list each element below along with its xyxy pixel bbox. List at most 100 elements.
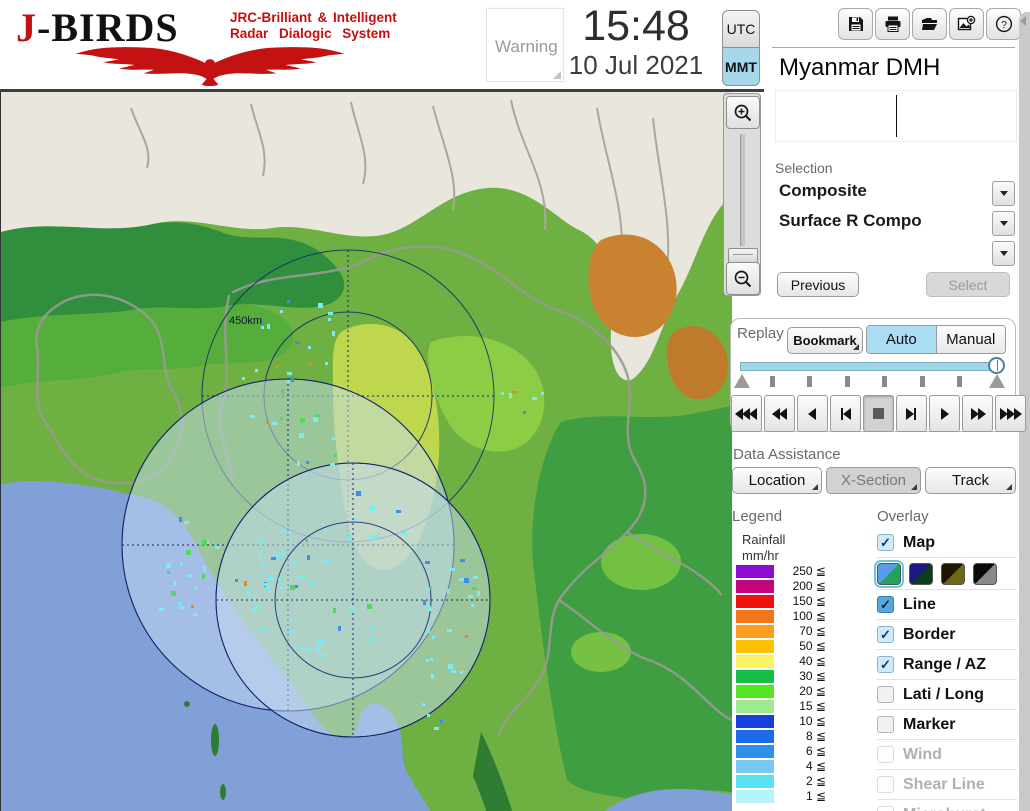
- legend-value-label: 50 ≦: [799, 639, 826, 653]
- legend-label: Legend: [732, 508, 783, 525]
- overlay-item-border[interactable]: ✓ Border: [877, 620, 1017, 650]
- dropdown-product-value: Surface R Compo: [779, 211, 922, 230]
- legend-color-swatch: [736, 745, 774, 758]
- radar-map[interactable]: 450km: [0, 92, 734, 811]
- auto-mode-button[interactable]: Auto: [867, 326, 937, 353]
- timeline-tick: [919, 376, 925, 387]
- playback-controls: [731, 395, 1026, 432]
- triangle-glyph: [749, 407, 757, 420]
- manual-mode-button[interactable]: Manual: [936, 326, 1005, 353]
- collapse-arrow-icon[interactable]: [1020, 16, 1026, 26]
- save-button[interactable]: [838, 8, 873, 40]
- dropdown-category-value: Composite: [779, 181, 867, 200]
- timeline-slider-handle[interactable]: [988, 357, 1005, 374]
- range-ring-label: 450km: [229, 315, 262, 327]
- checkbox[interactable]: ✓: [877, 656, 894, 673]
- legend-row: 1 ≦: [736, 789, 828, 804]
- forward-fast-button[interactable]: [995, 395, 1026, 432]
- legend-color-swatch: [736, 760, 774, 773]
- overlay-item-marker[interactable]: Marker: [877, 710, 1017, 740]
- overlay-item-map[interactable]: ✓ Map: [877, 528, 1017, 558]
- checkbox[interactable]: [877, 686, 894, 703]
- checkbox[interactable]: [877, 746, 894, 763]
- legend-row: 15 ≦: [736, 699, 828, 714]
- legend-value-label: 200 ≦: [792, 579, 826, 593]
- map-style-picker: [874, 558, 1017, 590]
- legend-value-label: 30 ≦: [799, 669, 826, 683]
- timezone-toggle: UTC MMT: [722, 10, 760, 86]
- legend-color-swatch: [736, 655, 774, 668]
- checkbox[interactable]: ✓: [877, 626, 894, 643]
- overlay-item-shear-line[interactable]: Shear Line: [877, 770, 1017, 800]
- station-info-box[interactable]: [775, 90, 1017, 142]
- stop-button[interactable]: [863, 395, 894, 432]
- zoom-in-button[interactable]: [726, 96, 760, 129]
- checkbox[interactable]: ✓: [877, 534, 894, 551]
- legend-row: 250 ≦: [736, 564, 828, 579]
- stop-glyph: [873, 408, 884, 419]
- overlay-item-label: Lati / Long: [903, 685, 984, 703]
- zoom-out-icon: [734, 270, 752, 287]
- step-backward-button[interactable]: [830, 395, 861, 432]
- legend-color-swatch: [736, 730, 774, 743]
- overlay-options: ✓ Map ✓ Line ✓ Border ✓ Range / AZ Lati / Long Ma…: [874, 528, 1017, 811]
- legend-color-swatch: [736, 715, 774, 728]
- rewind-fast-button[interactable]: [731, 395, 762, 432]
- legend-value-label: 10 ≦: [799, 714, 826, 728]
- map-zoom-widget: [723, 93, 761, 296]
- select-button[interactable]: Select: [926, 272, 1010, 297]
- x-section-button[interactable]: X-Section: [826, 467, 921, 494]
- mmt-button[interactable]: MMT: [722, 48, 760, 86]
- legend-color-swatch: [736, 580, 774, 593]
- add-image-button[interactable]: [949, 8, 984, 40]
- map-style-black-gray[interactable]: [973, 562, 997, 585]
- jbirds-app-window: J-BIRDS JRC-Brilliant & Intelligent Rada…: [0, 0, 1030, 811]
- map-style-blue-green[interactable]: [874, 559, 904, 588]
- text-caret: [896, 95, 897, 137]
- dropdown-arrow-button[interactable]: [992, 211, 1015, 236]
- track-button[interactable]: Track: [925, 467, 1016, 494]
- zoom-slider-track[interactable]: [740, 134, 745, 246]
- overlay-item-range-az[interactable]: ✓ Range / AZ: [877, 650, 1017, 680]
- play-button[interactable]: [929, 395, 960, 432]
- dropdown-option[interactable]: [775, 240, 1015, 266]
- step-forward-button[interactable]: [896, 395, 927, 432]
- help-button[interactable]: ?: [986, 8, 1021, 40]
- replay-mode-toggle: Auto Manual: [866, 325, 1006, 354]
- overlay-item-wind[interactable]: Wind: [877, 740, 1017, 770]
- bookmark-button[interactable]: Bookmark: [787, 327, 863, 354]
- help-icon: ?: [995, 15, 1012, 33]
- zoom-slider-thumb[interactable]: [728, 248, 758, 263]
- print-button[interactable]: [875, 8, 910, 40]
- checkbox[interactable]: [877, 776, 894, 793]
- dropdown-category[interactable]: Composite: [775, 180, 1015, 206]
- dropdown-product[interactable]: Surface R Compo: [775, 210, 1015, 236]
- overlay-item-line[interactable]: ✓ Line: [877, 590, 1017, 620]
- dropdown-arrow-button[interactable]: [992, 241, 1015, 266]
- checkbox[interactable]: [877, 716, 894, 733]
- data-assistance-label: Data Assistance: [733, 446, 841, 463]
- timeline-tick: [844, 376, 850, 387]
- map-style-dark-olive[interactable]: [941, 562, 965, 585]
- rewind-button[interactable]: [764, 395, 795, 432]
- play-reverse-button[interactable]: [797, 395, 828, 432]
- open-folder-button[interactable]: [912, 8, 947, 40]
- timeline-slider-track[interactable]: [740, 362, 997, 371]
- overlay-item-microburst[interactable]: Microburst: [877, 800, 1017, 811]
- previous-button[interactable]: Previous: [777, 272, 859, 297]
- dropdown-arrow-button[interactable]: [992, 181, 1015, 206]
- utc-button[interactable]: UTC: [722, 10, 760, 48]
- map-style-navy-darkgreen[interactable]: [909, 562, 933, 585]
- zoom-out-button[interactable]: [726, 262, 760, 295]
- clock-date: 10 Jul 2021: [568, 50, 704, 80]
- overlay-item-lati-long[interactable]: Lati / Long: [877, 680, 1017, 710]
- timeline-end-marker[interactable]: [989, 374, 1005, 388]
- timeline-start-marker[interactable]: [734, 374, 750, 388]
- checkbox[interactable]: [877, 806, 894, 811]
- triangle-glyph: [906, 407, 914, 420]
- chevron-down-icon: [999, 191, 1008, 196]
- legend-row: 8 ≦: [736, 729, 828, 744]
- checkbox[interactable]: ✓: [877, 596, 894, 613]
- location-button[interactable]: Location: [732, 467, 822, 494]
- forward-button[interactable]: [962, 395, 993, 432]
